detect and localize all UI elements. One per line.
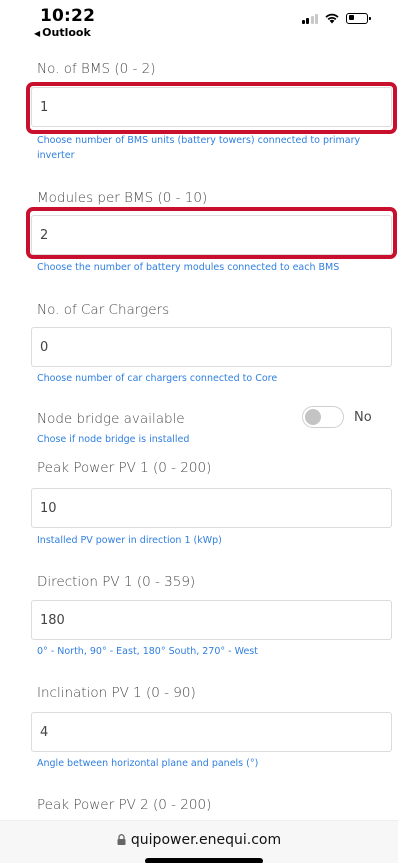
peak-pv1-value: 10	[40, 501, 57, 516]
back-to-app-link[interactable]: ◀ Outlook	[34, 26, 91, 39]
node-bridge-toggle-label: No	[354, 410, 372, 425]
direction-pv1-hint: 0° - North, 90° - East, 180° South, 270°…	[37, 646, 258, 657]
car-chargers-input[interactable]: 0	[31, 327, 392, 367]
url-text: quipower.enequi.com	[130, 832, 282, 848]
status-bar: 10:22 ◀ Outlook	[0, 0, 398, 44]
car-chargers-label: No. of Car Chargers	[37, 302, 170, 318]
signal-icon	[301, 13, 318, 24]
inclination-pv1-input[interactable]: 4	[31, 712, 392, 752]
bms-label: No. of BMS (0 - 2)	[37, 61, 156, 77]
node-bridge-label: Node bridge available	[37, 411, 185, 427]
modules-highlight-box	[26, 207, 397, 259]
home-indicator[interactable]	[145, 858, 263, 863]
peak-pv1-hint: Installed PV power in direction 1 (kWp)	[37, 535, 222, 546]
browser-address-bar[interactable]: quipower.enequi.com	[0, 820, 398, 863]
bms-hint: Choose number of BMS units (battery towe…	[37, 135, 361, 161]
inclination-pv1-hint: Angle between horizontal plane and panel…	[37, 758, 259, 769]
bms-highlight-box	[26, 82, 397, 134]
system-icons	[301, 12, 371, 24]
direction-pv1-value: 180	[40, 613, 65, 628]
inclination-pv1-label: Inclination PV 1 (0 - 90)	[37, 685, 196, 701]
lock-icon	[117, 834, 126, 845]
modules-hint: Choose the number of battery modules con…	[37, 262, 340, 273]
back-app-label: Outlook	[42, 26, 91, 39]
node-bridge-hint: Chose if node bridge is installed	[37, 434, 190, 445]
back-triangle-icon: ◀	[34, 29, 41, 38]
peak-pv1-input[interactable]: 10	[31, 488, 392, 528]
toggle-knob	[305, 409, 321, 425]
wifi-icon	[325, 13, 339, 24]
direction-pv1-input[interactable]: 180	[31, 600, 392, 640]
node-bridge-toggle[interactable]	[302, 406, 344, 428]
modules-label: Modules per BMS (0 - 10)	[37, 190, 208, 206]
peak-pv1-label: Peak Power PV 1 (0 - 200)	[37, 460, 212, 476]
url-display[interactable]: quipower.enequi.com	[0, 832, 398, 848]
car-chargers-hint: Choose number of car chargers connected …	[37, 373, 278, 384]
direction-pv1-label: Direction PV 1 (0 - 359)	[37, 574, 196, 590]
status-time: 10:22	[40, 6, 96, 26]
inclination-pv1-value: 4	[40, 725, 49, 740]
car-chargers-value: 0	[40, 340, 49, 355]
peak-pv2-label: Peak Power PV 2 (0 - 200)	[37, 797, 212, 813]
battery-icon	[346, 12, 371, 24]
